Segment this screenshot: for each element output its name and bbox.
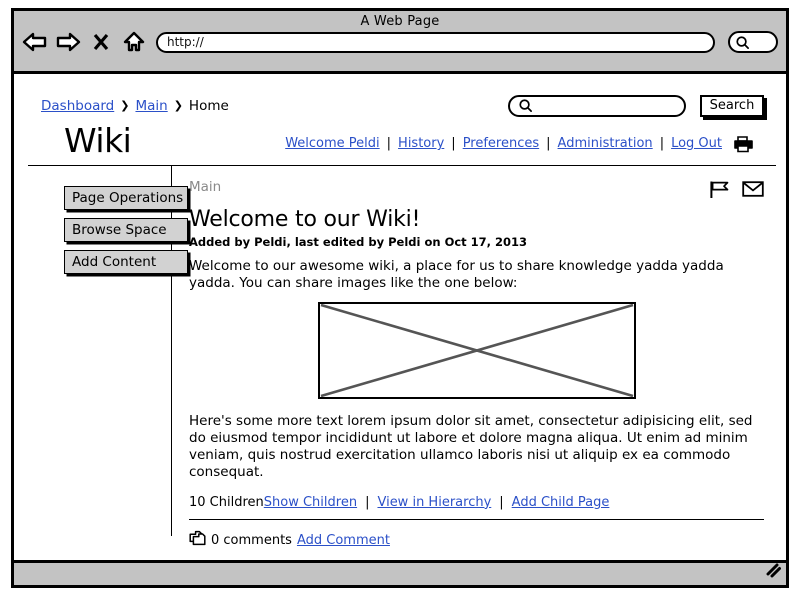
sidebar-item-page-operations[interactable]: Page Operations (64, 186, 188, 210)
search-icon (735, 35, 750, 50)
search-button[interactable]: Search (700, 95, 764, 117)
comments-count: 0 comments (211, 533, 292, 548)
children-count: 10 Children (189, 495, 264, 510)
browser-chrome: A Web Page (14, 11, 786, 74)
nav-link-welcome-peldi[interactable]: Welcome Peldi (285, 136, 379, 151)
comments-icon (189, 530, 206, 551)
nav-separator: | (546, 136, 550, 151)
view-in-hierarchy-link[interactable]: View in Hierarchy (377, 495, 491, 510)
resize-grip-icon[interactable] (763, 561, 781, 583)
children-separator: | (357, 495, 377, 510)
nav-link-preferences[interactable]: Preferences (463, 136, 539, 151)
add-comment-link[interactable]: Add Comment (297, 533, 390, 548)
browser-search-input[interactable] (728, 31, 778, 53)
breadcrumb-item-dashboard[interactable]: Dashboard (41, 98, 114, 114)
breadcrumb-item-home: Home (189, 98, 229, 114)
nav-link-history[interactable]: History (398, 136, 444, 151)
printer-icon[interactable] (733, 135, 754, 153)
content-divider (189, 519, 764, 520)
url-value: http:// (167, 35, 204, 49)
breadcrumb-separator: ❯ (119, 99, 130, 112)
page-viewport: Dashboard ❯ Main ❯ Home Search Wiki Welc… (14, 74, 786, 560)
nav-separator: | (451, 136, 455, 151)
close-x-icon[interactable] (88, 30, 114, 54)
sidebar: Page Operations Browse Space Add Content (14, 166, 172, 536)
show-children-link[interactable]: Show Children (264, 495, 357, 510)
nav-separator: | (660, 136, 664, 151)
page-title: Welcome to our Wiki! (189, 208, 764, 232)
content-actions (709, 179, 764, 203)
site-logo: Wiki (64, 124, 285, 159)
image-placeholder (318, 302, 636, 399)
back-arrow-icon[interactable] (22, 30, 48, 54)
user-nav: Welcome Peldi | History | Preferences | … (285, 135, 754, 159)
add-child-page-link[interactable]: Add Child Page (512, 495, 610, 510)
flag-icon[interactable] (709, 180, 730, 203)
masthead: Wiki Welcome Peldi | History | Preferenc… (28, 120, 776, 166)
space-label: Main (189, 179, 709, 195)
browser-statusbar (14, 560, 786, 585)
breadcrumb-item-main[interactable]: Main (135, 98, 167, 114)
envelope-icon[interactable] (742, 180, 764, 202)
window-title: A Web Page (14, 11, 786, 29)
sidebar-item-add-content[interactable]: Add Content (64, 250, 188, 274)
nav-separator: | (387, 136, 391, 151)
forward-arrow-icon[interactable] (55, 30, 81, 54)
nav-link-log-out[interactable]: Log Out (671, 136, 722, 151)
page-byline: Added by Peldi, last edited by Peldi on … (189, 235, 764, 249)
breadcrumb-separator: ❯ (173, 99, 184, 112)
page-topbar: Dashboard ❯ Main ❯ Home Search (14, 74, 786, 120)
site-search-input[interactable] (508, 95, 686, 117)
children-row: 10 Children Show Children | View in Hier… (189, 495, 764, 510)
content-paragraph-2: Here's some more text lorem ipsum dolor … (189, 413, 764, 481)
search-icon (518, 98, 533, 113)
comments-row: 0 comments Add Comment (189, 530, 764, 551)
main-content: Main (172, 166, 786, 536)
browser-toolbar: http:// (14, 29, 786, 54)
url-input[interactable]: http:// (156, 32, 715, 53)
home-icon[interactable] (121, 30, 147, 54)
nav-link-administration[interactable]: Administration (558, 136, 653, 151)
page-body: Page Operations Browse Space Add Content… (14, 166, 786, 536)
breadcrumb: Dashboard ❯ Main ❯ Home (41, 98, 508, 114)
browser-window: A Web Page (11, 8, 789, 588)
content-header: Main (189, 179, 764, 203)
children-separator: | (491, 495, 511, 510)
sidebar-item-browse-space[interactable]: Browse Space (64, 218, 188, 242)
content-paragraph-1: Welcome to our awesome wiki, a place for… (189, 258, 764, 292)
